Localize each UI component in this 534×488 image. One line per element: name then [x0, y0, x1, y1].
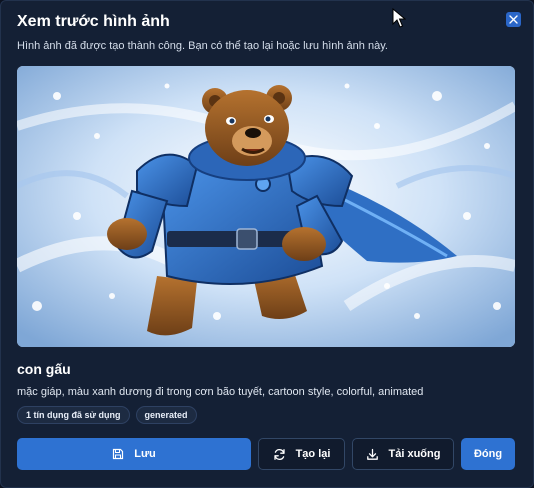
prompt-description: mặc giáp, màu xanh dương đi trong cơn bã…: [17, 386, 424, 398]
download-button-label: Tải xuống: [388, 448, 441, 460]
save-button-label: Lưu: [134, 448, 156, 460]
bear-illustration: [17, 66, 515, 347]
tag-list: 1 tín dụng đã sử dụng generated: [17, 406, 197, 424]
download-icon: [366, 448, 378, 460]
dialog-subtitle: Hình ảnh đã được tạo thành công. Bạn có …: [17, 40, 388, 52]
dialog-title: Xem trước hình ảnh: [17, 13, 170, 30]
close-icon: [509, 15, 518, 24]
close-button[interactable]: [506, 12, 521, 27]
close-dialog-button-label: Đóng: [473, 448, 503, 460]
prompt-title: con gấu: [17, 361, 71, 377]
generated-badge: generated: [135, 406, 197, 424]
regenerate-button[interactable]: Tạo lại: [258, 438, 345, 470]
floppy-disk-icon: [113, 448, 124, 460]
close-dialog-button[interactable]: Đóng: [461, 438, 515, 470]
generated-image-preview: [17, 66, 515, 347]
download-button[interactable]: Tải xuống: [352, 438, 454, 470]
image-preview-dialog: Xem trước hình ảnh Hình ảnh đã được tạo …: [0, 0, 534, 488]
mouse-cursor-icon: [392, 8, 406, 28]
save-button[interactable]: Lưu: [17, 438, 251, 470]
regenerate-button-label: Tạo lại: [295, 448, 331, 460]
refresh-icon: [273, 448, 285, 460]
credits-used-badge: 1 tín dụng đã sử dụng: [17, 406, 130, 424]
